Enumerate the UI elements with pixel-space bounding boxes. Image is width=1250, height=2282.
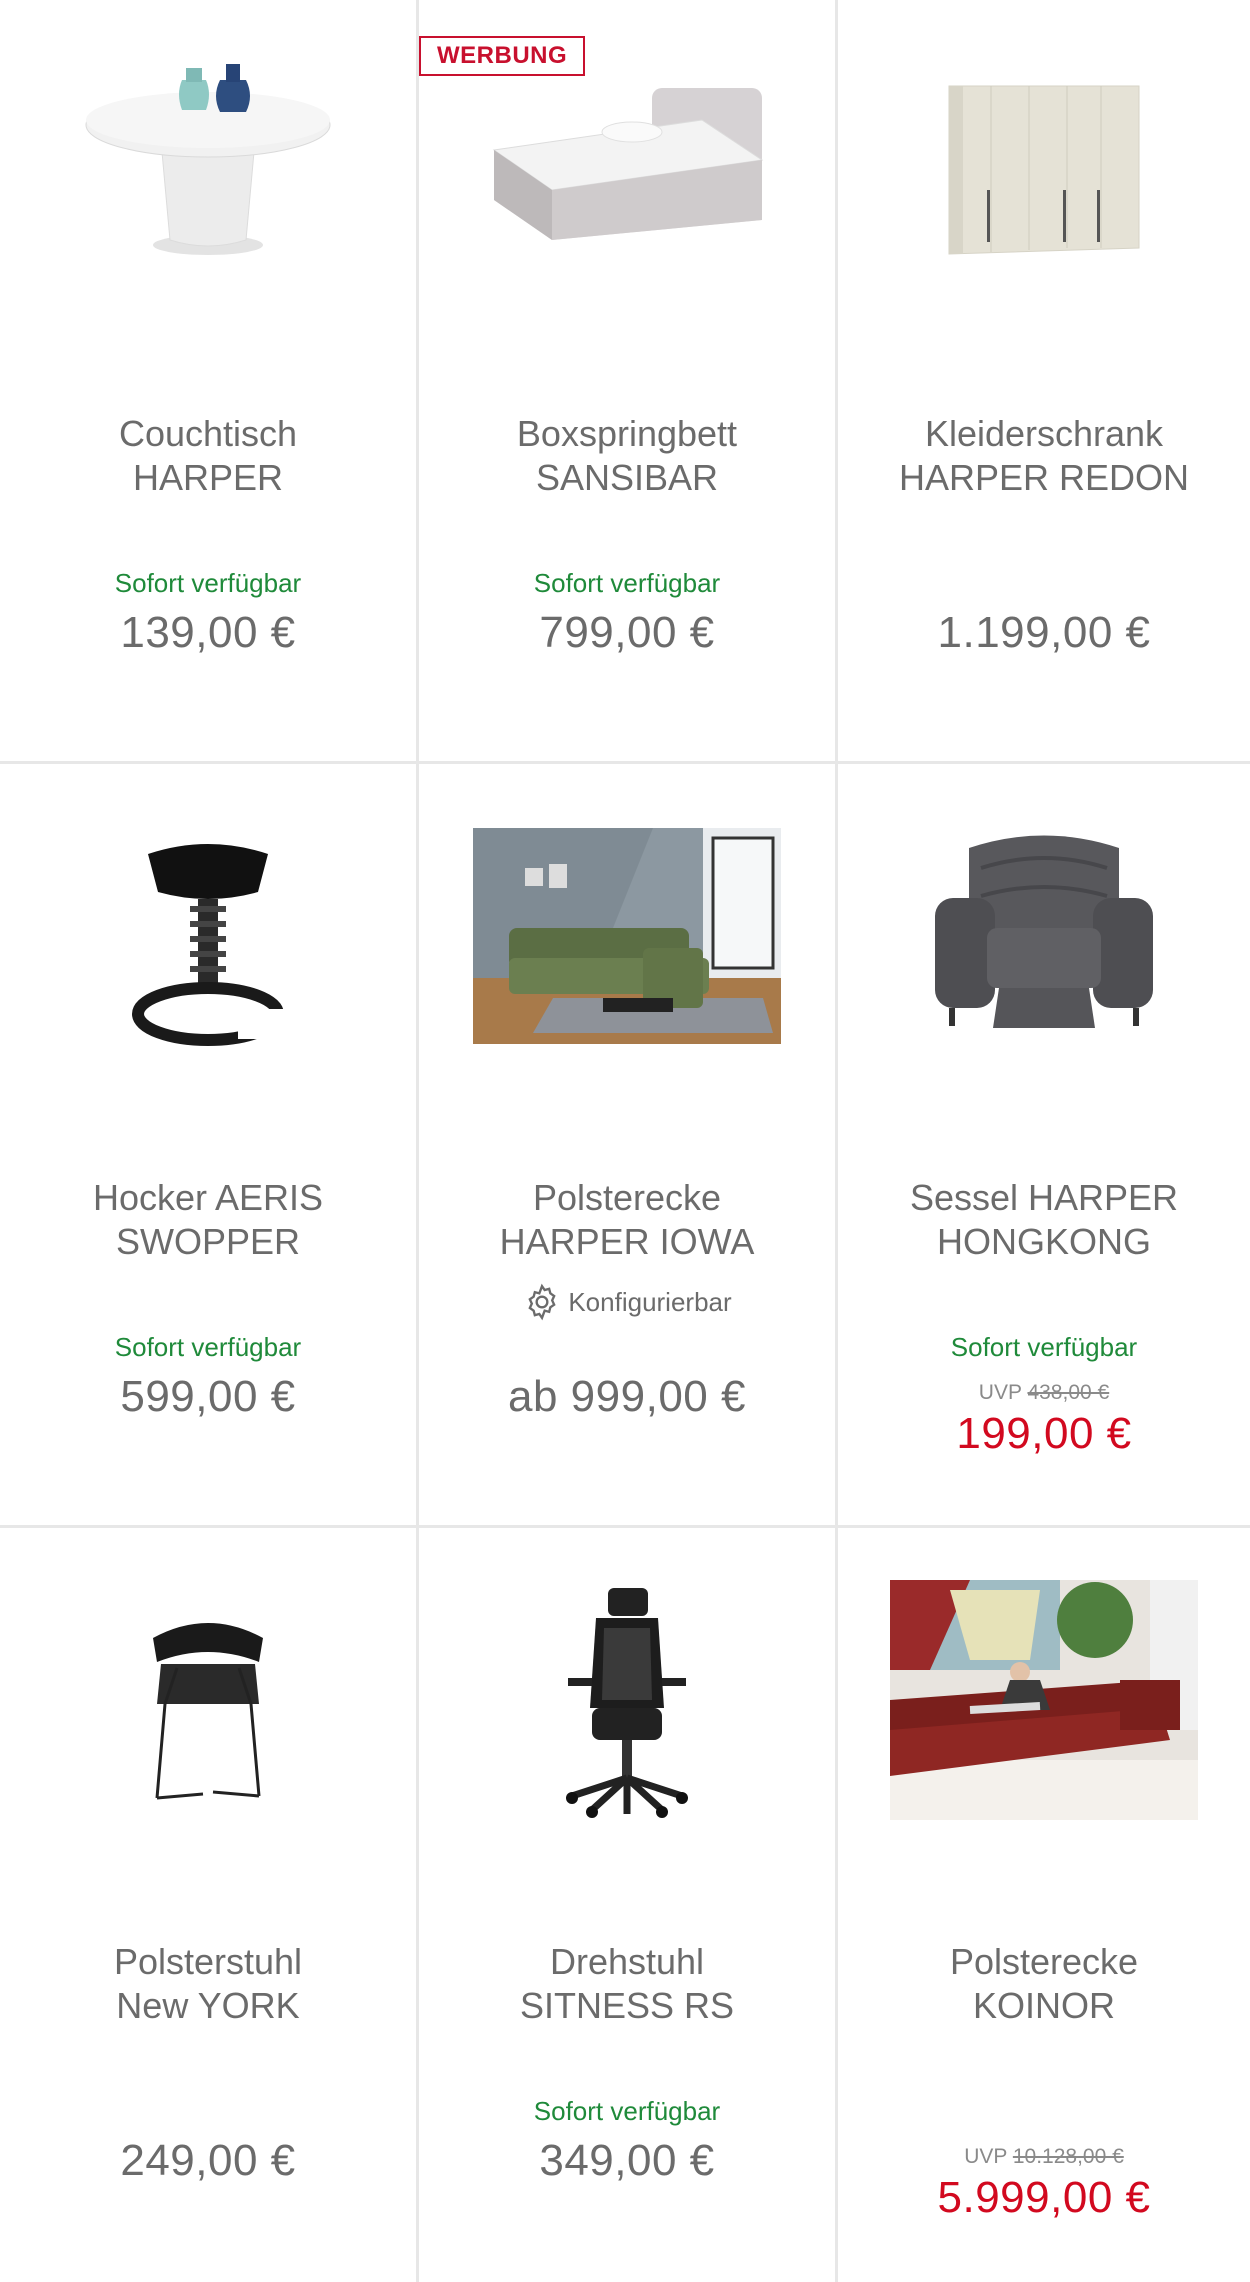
ad-badge: WERBUNG (419, 36, 586, 76)
product-title-line1: Boxspringbett (516, 413, 738, 454)
product-title-line1: Hocker AERIS (92, 1177, 324, 1218)
product-image[interactable] (0, 1608, 416, 1908)
product-title-line2: HARPER REDON (898, 457, 1190, 498)
uvp-price: UVP 10.128,00 € (838, 2145, 1250, 2169)
product-title[interactable]: Polsterecke KOINOR (858, 1940, 1230, 2028)
product-title-line1: Polsterecke (532, 1177, 722, 1218)
uvp-old-price: 10.128,00 € (1012, 2145, 1124, 2168)
uvp-label: UVP (964, 2145, 1008, 2168)
uvp-price: UVP 438,00 € (838, 1381, 1250, 1405)
product-title-line2: HONGKONG (936, 1221, 1151, 1262)
product-title[interactable]: Drehstuhl SITNESS RS (439, 1940, 815, 2028)
uvp-label: UVP (978, 1381, 1022, 1404)
availability-text: Sofort verfügbar (114, 1332, 302, 1362)
product-title-line1: Drehstuhl (549, 1941, 705, 1982)
product-card-boxspringbett-sansibar[interactable]: WERBUNG Boxspringbett SANSIBAR Sofort ve… (419, 0, 838, 764)
product-image[interactable] (0, 814, 416, 1114)
availability-text: Sofort verfügbar (533, 2096, 721, 2126)
product-price: 1.199,00 € (937, 608, 1151, 657)
product-title-line2: HARPER (132, 457, 284, 498)
product-title-line2: SITNESS RS (519, 1985, 735, 2026)
product-title[interactable]: Polsterecke HARPER IOWA (439, 1176, 815, 1264)
product-image[interactable] (419, 1588, 835, 1888)
product-price: ab 999,00 € (508, 1372, 746, 1421)
product-image[interactable] (838, 1580, 1250, 1880)
product-card-couchtisch-harper[interactable]: Couchtisch HARPER Sofort verfügbar 139,0… (0, 0, 419, 764)
product-image[interactable] (0, 30, 416, 330)
product-title-line2: KOINOR (972, 1985, 1115, 2026)
product-image[interactable] (838, 828, 1250, 1128)
product-card-drehstuhl-sitness-rs[interactable]: Drehstuhl SITNESS RS Sofort verfügbar 34… (419, 1528, 838, 2282)
product-image[interactable] (838, 80, 1250, 380)
sale-price: 199,00 € (956, 1409, 1132, 1458)
product-price: 139,00 € (120, 608, 296, 657)
product-price: 349,00 € (539, 2136, 715, 2185)
product-grid: Couchtisch HARPER Sofort verfügbar 139,0… (0, 0, 1250, 2282)
product-card-sessel-harper-hongkong[interactable]: Sessel HARPER HONGKONG Sofort verfügbar … (838, 764, 1250, 1528)
gear-icon (528, 1283, 556, 1321)
product-title[interactable]: Boxspringbett SANSIBAR (439, 412, 815, 500)
product-title-line2: SANSIBAR (535, 457, 719, 498)
availability-text: Sofort verfügbar (950, 1332, 1138, 1362)
product-image[interactable] (419, 828, 835, 1128)
product-card-polsterecke-koinor[interactable]: Polsterecke KOINOR UVP 10.128,00 € 5.999… (838, 1528, 1250, 2282)
product-title[interactable]: Kleiderschrank HARPER REDON (858, 412, 1230, 500)
product-title[interactable]: Hocker AERIS SWOPPER (20, 1176, 396, 1264)
product-title-line1: Sessel HARPER (909, 1177, 1179, 1218)
product-image[interactable] (419, 80, 835, 380)
product-title-line2: HARPER IOWA (499, 1221, 755, 1262)
product-title[interactable]: Couchtisch HARPER (20, 412, 396, 500)
product-title-line1: Couchtisch (118, 413, 298, 454)
product-price: 799,00 € (539, 608, 715, 657)
product-title-line1: Kleiderschrank (924, 413, 1164, 454)
product-title[interactable]: Polsterstuhl New YORK (20, 1940, 396, 2028)
uvp-old-price: 438,00 € (1027, 1381, 1110, 1404)
product-title-line2: New YORK (116, 1985, 300, 2026)
sale-price: 5.999,00 € (937, 2173, 1151, 2222)
product-price: 599,00 € (120, 1372, 296, 1421)
product-title-line1: Polsterecke (949, 1941, 1139, 1982)
product-title[interactable]: Sessel HARPER HONGKONG (858, 1176, 1230, 1264)
product-card-polsterstuhl-new-york[interactable]: Polsterstuhl New YORK 249,00 € (0, 1528, 419, 2282)
configurable-text: Konfigurierbar (568, 1286, 732, 1317)
configurable-label: Konfigurierbar (419, 1282, 835, 1322)
product-title-line1: Polsterstuhl (113, 1941, 303, 1982)
availability-text: Sofort verfügbar (114, 568, 302, 598)
availability-text: Sofort verfügbar (533, 568, 721, 598)
product-title-line2: SWOPPER (115, 1221, 301, 1262)
product-card-hocker-aeris-swopper[interactable]: Hocker AERIS SWOPPER Sofort verfügbar 59… (0, 764, 419, 1528)
product-card-polsterecke-harper-iowa[interactable]: Polsterecke HARPER IOWA Konfigurierbar a… (419, 764, 838, 1528)
product-price: 249,00 € (120, 2136, 296, 2185)
product-card-kleiderschrank-harper-redon[interactable]: Kleiderschrank HARPER REDON 1.199,00 € (838, 0, 1250, 764)
